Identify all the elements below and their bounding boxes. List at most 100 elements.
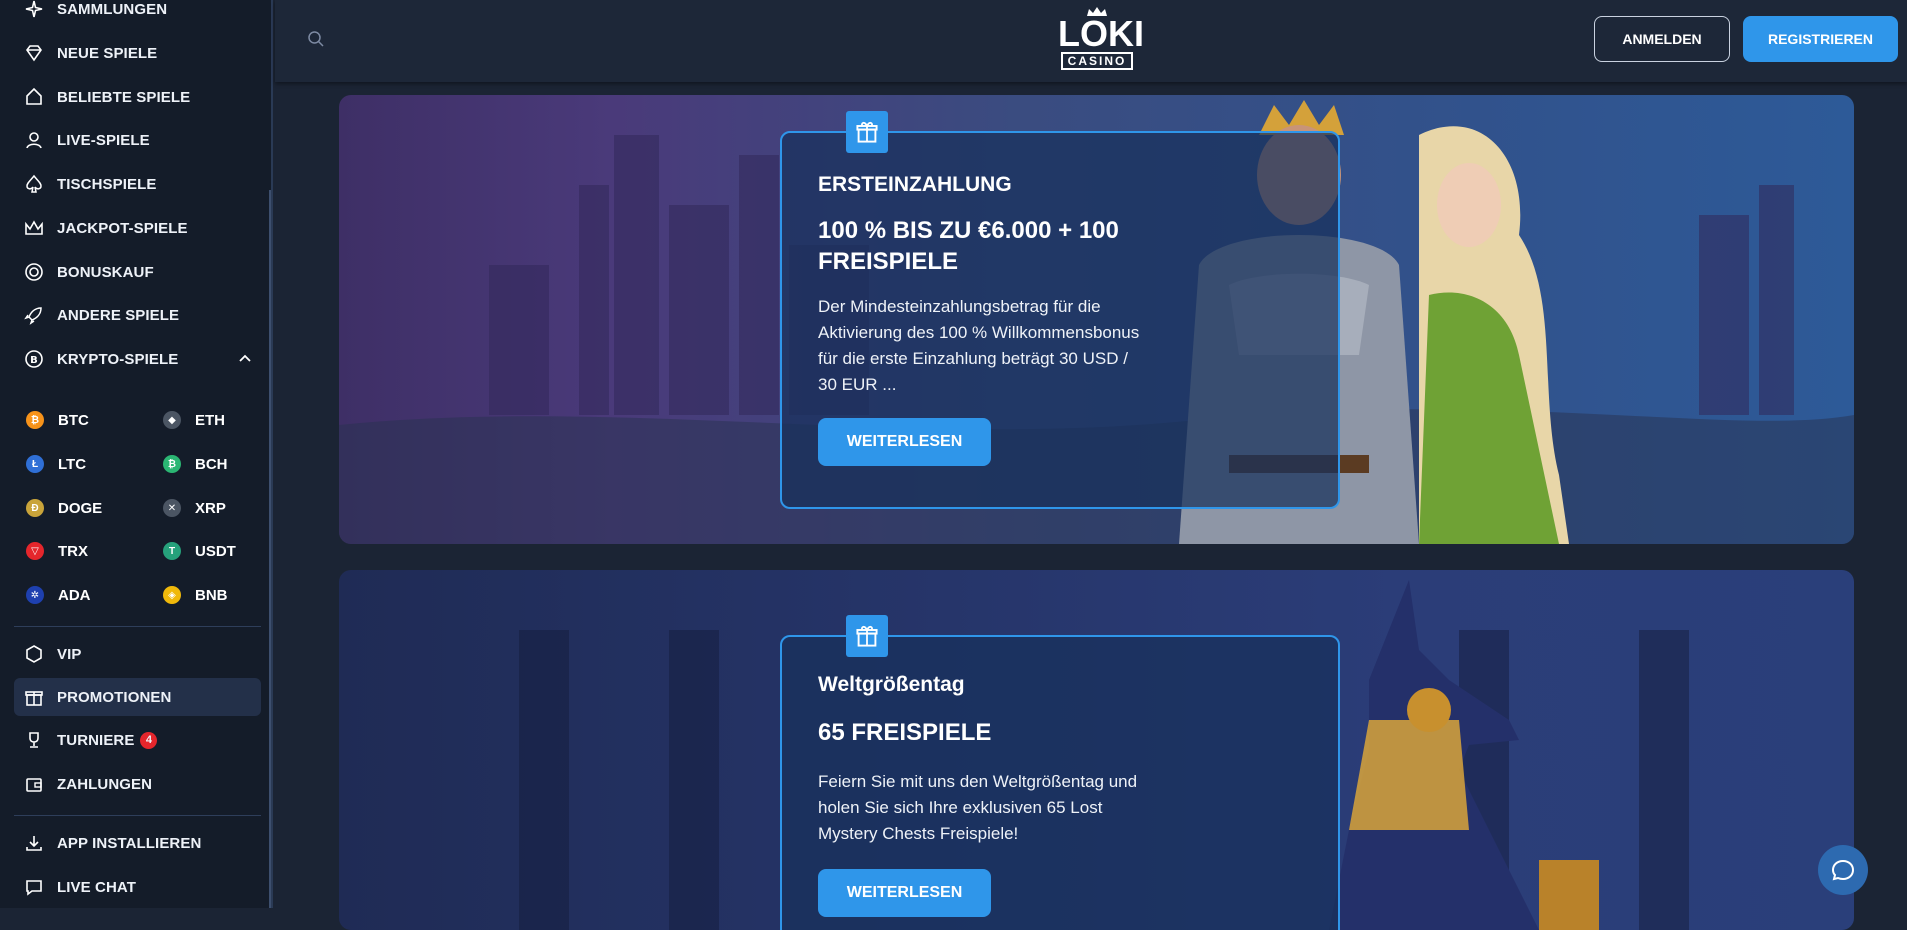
promo-headline: 65 FREISPIELE	[818, 719, 992, 746]
coin-label: ADA	[58, 586, 91, 604]
sidebar-item-vip[interactable]: VIP	[14, 635, 261, 673]
sidebar-item-label: LIVE-SPIELE	[57, 131, 150, 149]
gift-icon	[24, 687, 44, 707]
coin-ltc[interactable]: Ł LTC	[26, 449, 156, 479]
ltc-icon: Ł	[26, 455, 44, 473]
sidebar: SAMMLUNGEN NEUE SPIELE BELIEBTE SPIELE L…	[0, 0, 273, 908]
bch-icon: ₿	[163, 455, 181, 473]
promo-title: ERSTEINZAHLUNG	[818, 173, 1012, 196]
chevron-up-icon[interactable]	[237, 351, 253, 367]
wallet-icon	[24, 774, 44, 794]
sidebar-item-label: NEUE SPIELE	[57, 44, 158, 62]
coin-trx[interactable]: ▽ TRX	[26, 536, 156, 566]
sidebar-item-live-chat[interactable]: LIVE CHAT	[14, 868, 261, 906]
chat-icon	[24, 877, 44, 897]
logo-main: LOKI	[1058, 13, 1144, 54]
coin-label: TRX	[58, 542, 88, 560]
sidebar-item-andere-spiele[interactable]: ANDERE SPIELE	[14, 296, 261, 334]
promo-description: Der Mindesteinzahlungsbetrag für die Akt…	[818, 297, 1140, 394]
register-button[interactable]: REGISTRIEREN	[1743, 16, 1898, 62]
promo-banner-ersteinzahlung: ERSTEINZAHLUNG 100 % BIS ZU €6.000 + 100…	[339, 95, 1854, 544]
sidebar-item-beliebte-spiele[interactable]: BELIEBTE SPIELE	[14, 78, 261, 116]
promo-description: Feiern Sie mit uns den Weltgrößentag und…	[818, 772, 1138, 843]
promo-card: ERSTEINZAHLUNG 100 % BIS ZU €6.000 + 100…	[780, 111, 1340, 509]
sidebar-item-promotionen[interactable]: PROMOTIONEN	[14, 678, 261, 716]
sidebar-item-neue-spiele[interactable]: NEUE SPIELE	[14, 34, 261, 72]
search-icon[interactable]	[307, 30, 325, 48]
sidebar-item-sammlungen[interactable]: SAMMLUNGEN	[14, 0, 261, 28]
sidebar-item-label: KRYPTO-SPIELE	[57, 350, 179, 368]
sidebar-item-label: PROMOTIONEN	[57, 688, 172, 706]
sidebar-divider	[14, 815, 261, 816]
bnb-icon: ◈	[163, 586, 181, 604]
coin-label: LTC	[58, 455, 87, 473]
sidebar-item-bonuskauf[interactable]: BONUSKAUF	[14, 253, 261, 291]
bitcoin-circle-icon: B	[24, 349, 44, 369]
target-icon	[24, 262, 44, 282]
coin-bch[interactable]: ₿ BCH	[163, 449, 271, 479]
read-more-button[interactable]: WEITERLESEN	[818, 869, 991, 917]
top-header: LOKI CASINO ANMELDEN REGISTRIEREN	[275, 0, 1907, 82]
usdt-icon: T	[163, 542, 181, 560]
logo-sub: CASINO	[1060, 52, 1134, 70]
promo-banner-weltgroessentag: Weltgrößentag 65 FREISPIELE Feiern Sie m…	[339, 570, 1854, 930]
coin-label: DOGE	[58, 499, 103, 517]
ada-icon: ✲	[26, 586, 44, 604]
sidebar-item-app-installieren[interactable]: APP INSTALLIEREN	[14, 824, 261, 862]
coin-bnb[interactable]: ◈ BNB	[163, 580, 271, 610]
sidebar-item-jackpot-spiele[interactable]: JACKPOT-SPIELE	[14, 209, 261, 247]
loki-casino-logo[interactable]: LOKI CASINO	[1058, 7, 1144, 72]
coin-btc[interactable]: ₿ BTC	[26, 405, 156, 435]
sidebar-item-label: ZAHLUNGEN	[57, 775, 153, 793]
sidebar-item-zahlungen[interactable]: ZAHLUNGEN	[14, 765, 261, 803]
eth-icon: ◆	[163, 411, 181, 429]
promo-title: Weltgrößentag	[818, 673, 965, 696]
coin-label: BCH	[195, 455, 228, 473]
gift-icon	[846, 111, 888, 153]
btc-icon: ₿	[26, 411, 44, 429]
coin-label: USDT	[195, 542, 236, 560]
sidebar-item-label: ANDERE SPIELE	[57, 306, 180, 324]
sidebar-divider	[14, 626, 261, 627]
crown-icon	[24, 218, 44, 238]
sidebar-item-label: APP INSTALLIEREN	[57, 834, 202, 852]
coin-label: XRP	[195, 499, 226, 517]
diamond-icon	[24, 43, 44, 63]
sidebar-item-label: SAMMLUNGEN	[57, 0, 168, 18]
coin-label: ETH	[195, 411, 225, 429]
sidebar-item-label: TURNIERE	[57, 731, 135, 749]
notification-badge: 4	[140, 731, 158, 749]
sidebar-item-label: VIP	[57, 645, 82, 663]
sidebar-item-label: JACKPOT-SPIELE	[57, 219, 188, 237]
download-icon	[24, 833, 44, 853]
promo-card: Weltgrößentag 65 FREISPIELE Feiern Sie m…	[780, 615, 1340, 930]
coin-label: BNB	[195, 586, 228, 604]
login-button[interactable]: ANMELDEN	[1594, 16, 1730, 62]
xrp-icon: ✕	[163, 499, 181, 517]
sidebar-item-turniere[interactable]: TURNIERE 4	[14, 721, 261, 759]
coin-label: BTC	[58, 411, 89, 429]
rocket-icon	[24, 305, 44, 325]
logo-crown-icon	[1087, 7, 1107, 16]
sidebar-item-live-spiele[interactable]: LIVE-SPIELE	[14, 121, 261, 159]
chat-bubble-icon	[1831, 859, 1855, 881]
trophy-icon	[24, 730, 44, 750]
sidebar-item-label: TISCHSPIELE	[57, 175, 157, 193]
live-chat-button[interactable]	[1818, 845, 1868, 895]
home-star-icon	[24, 87, 44, 107]
coin-eth[interactable]: ◆ ETH	[163, 405, 271, 435]
sidebar-item-tischspiele[interactable]: TISCHSPIELE	[14, 165, 261, 203]
coin-xrp[interactable]: ✕ XRP	[163, 493, 271, 523]
coin-usdt[interactable]: T USDT	[163, 536, 271, 566]
coin-ada[interactable]: ✲ ADA	[26, 580, 156, 610]
dealer-icon	[24, 130, 44, 150]
sidebar-item-label: LIVE CHAT	[57, 878, 136, 896]
sidebar-item-label: BELIEBTE SPIELE	[57, 88, 191, 106]
read-more-button[interactable]: WEITERLESEN	[818, 418, 991, 466]
coin-doge[interactable]: Ð DOGE	[26, 493, 156, 523]
sparkle-icon	[24, 0, 44, 19]
sidebar-item-krypto-spiele[interactable]: B KRYPTO-SPIELE	[14, 340, 261, 378]
doge-icon: Ð	[26, 499, 44, 517]
promo-headline: 100 % BIS ZU €6.000 + 100 FREISPIELE	[818, 217, 1119, 275]
trx-icon: ▽	[26, 542, 44, 560]
